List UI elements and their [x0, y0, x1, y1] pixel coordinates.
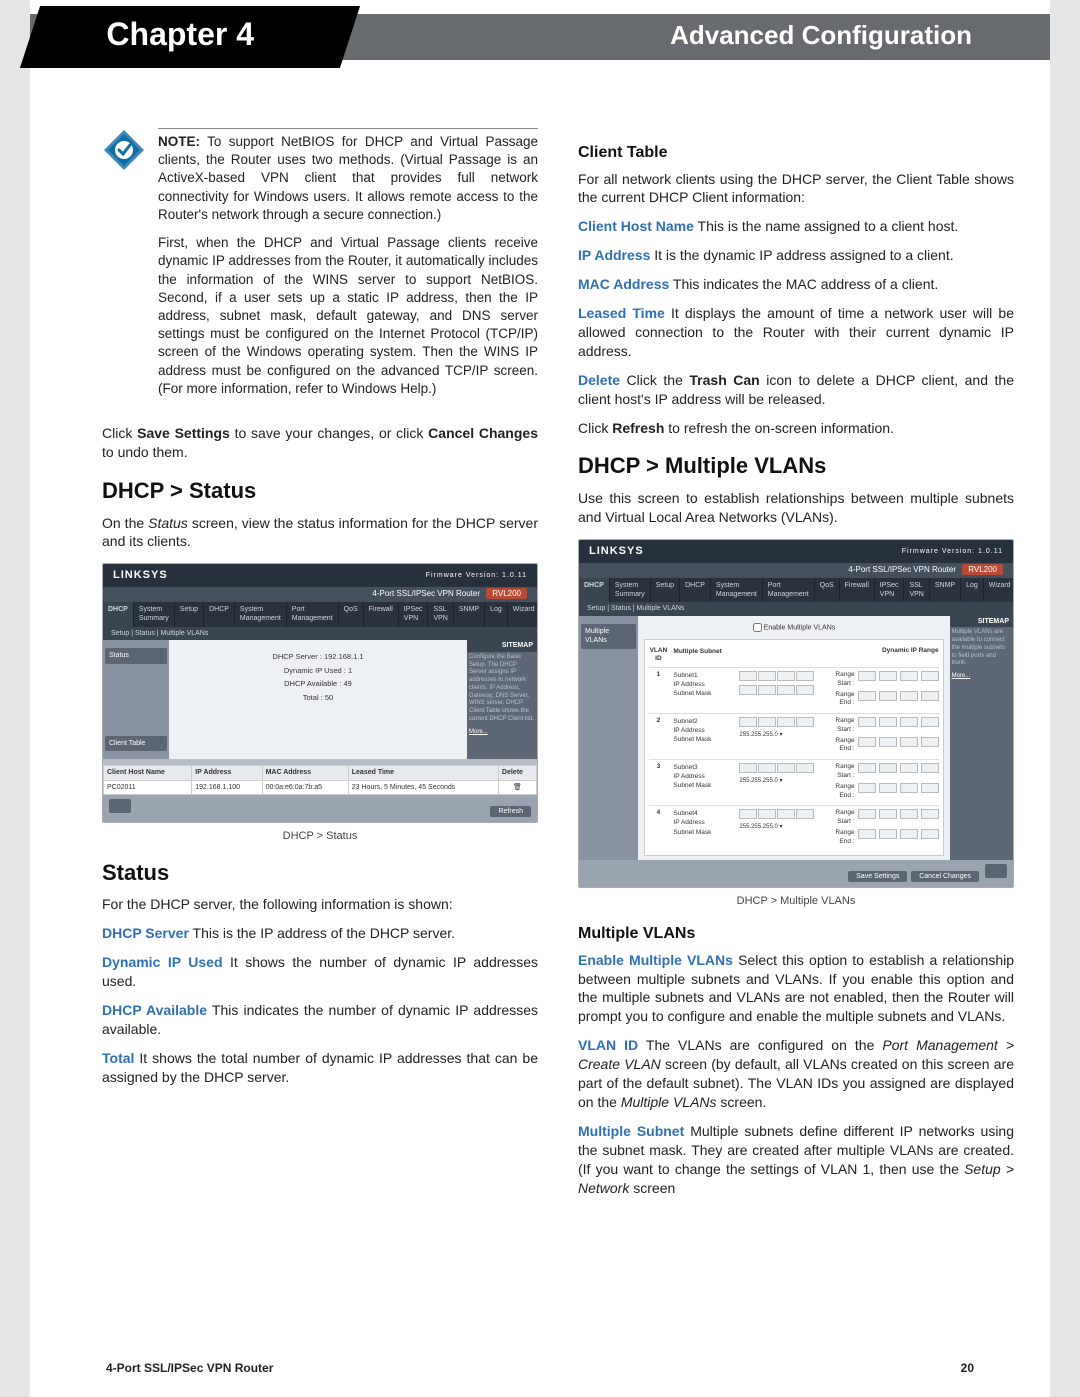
check-diamond-icon	[102, 128, 146, 172]
status-intro: On the Status screen, view the status in…	[102, 514, 538, 552]
header-title: Advanced Configuration	[670, 20, 972, 51]
heading-multiple-vlans: Multiple VLANs	[578, 923, 1014, 945]
enable-multiple-vlans-label: Enable Multiple VLANs	[578, 952, 733, 968]
client-host-name-label: Client Host Name	[578, 218, 694, 234]
delete-label: Delete	[578, 372, 620, 388]
heading-client-table: Client Table	[578, 142, 1014, 164]
heading-multiple-vlans-path: DHCP > Multiple VLANs	[578, 451, 1014, 481]
multiple-subnet-label: Multiple Subnet	[578, 1123, 684, 1139]
left-column: NOTE: To support NetBIOS for DHCP and Vi…	[102, 128, 538, 1207]
mvlan-intro: Use this screen to establish relationshi…	[578, 489, 1014, 527]
dynamic-ip-used-label: Dynamic IP Used	[102, 954, 223, 970]
note-p1: To support NetBIOS for DHCP and Virtual …	[158, 134, 538, 222]
heading-dhcp-status: DHCP > Status	[102, 476, 538, 506]
note-box: NOTE: To support NetBIOS for DHCP and Vi…	[102, 128, 538, 408]
heading-status: Status	[102, 858, 538, 888]
right-column: Client Table For all network clients usi…	[578, 128, 1014, 1207]
vlan-id-label: VLAN ID	[578, 1037, 638, 1053]
note-text: NOTE: To support NetBIOS for DHCP and Vi…	[158, 128, 538, 408]
chapter-chip: Chapter 4	[20, 6, 360, 68]
figure-multiple-vlans: LINKSYSFirmware Version: 1.0.11 4-Port S…	[578, 539, 1014, 888]
footer-page-number: 20	[961, 1361, 974, 1375]
note-lead: NOTE:	[158, 134, 200, 149]
chapter-label: Chapter 4	[32, 6, 352, 53]
mac-address-label: MAC Address	[578, 276, 669, 292]
save-line: Click Save Settings to save your changes…	[102, 424, 538, 462]
footer-product: 4-Port SSL/IPSec VPN Router	[106, 1361, 273, 1375]
figure-caption-1: DHCP > Status	[102, 829, 538, 844]
leased-time-label: Leased Time	[578, 305, 665, 321]
ip-address-label: IP Address	[578, 247, 650, 263]
page-header: Advanced Configuration Chapter 4	[30, 0, 1050, 72]
figure-caption-2: DHCP > Multiple VLANs	[578, 894, 1014, 909]
note-p2: First, when the DHCP and Virtual Passage…	[158, 234, 538, 398]
page-footer: 4-Port SSL/IPSec VPN Router 20	[30, 1361, 1050, 1375]
dhcp-available-label: DHCP Available	[102, 1002, 207, 1018]
total-label: Total	[102, 1050, 134, 1066]
figure-dhcp-status: LINKSYSFirmware Version: 1.0.11 4-Port S…	[102, 563, 538, 823]
client-intro: For all network clients using the DHCP s…	[578, 170, 1014, 208]
dhcp-server-label: DHCP Server	[102, 925, 189, 941]
status-lead: For the DHCP server, the following infor…	[102, 895, 538, 914]
